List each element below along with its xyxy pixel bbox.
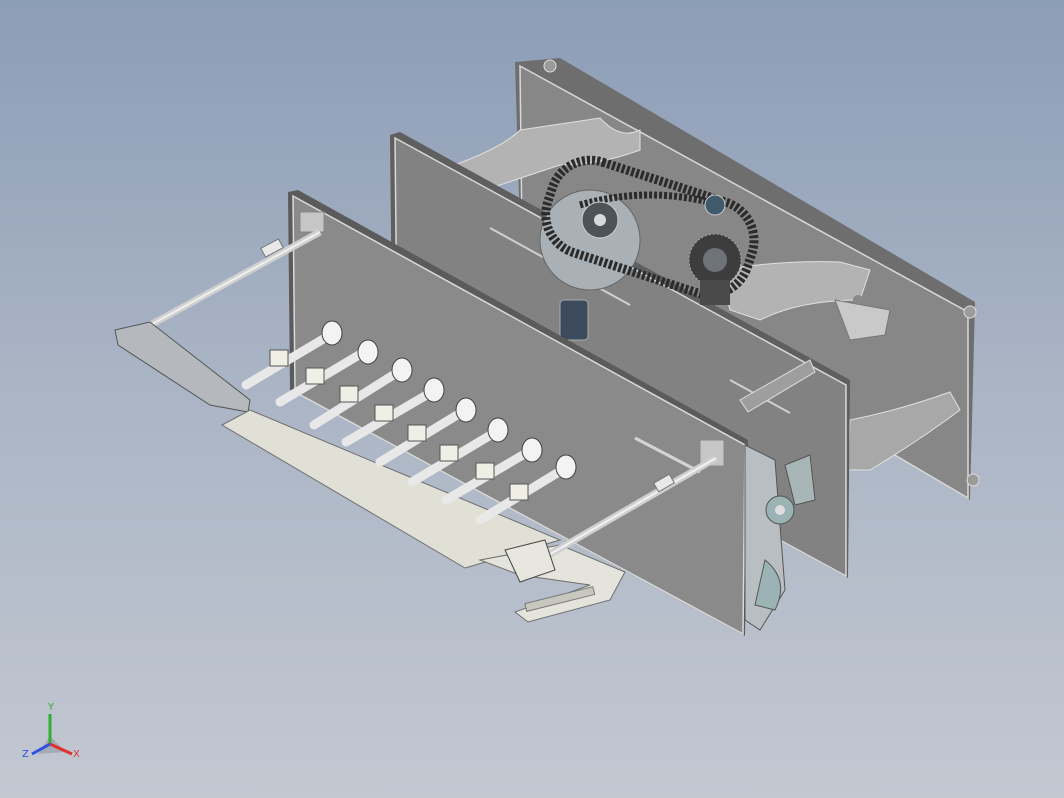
triad-x-label: X [73,749,80,760]
view-triad[interactable]: Y X Z [18,700,90,772]
triad-z-label: Z [22,749,29,760]
assembly-model[interactable] [0,0,1064,798]
cad-viewport[interactable]: Y X Z [0,0,1064,798]
triad-y-label: Y [48,702,55,713]
